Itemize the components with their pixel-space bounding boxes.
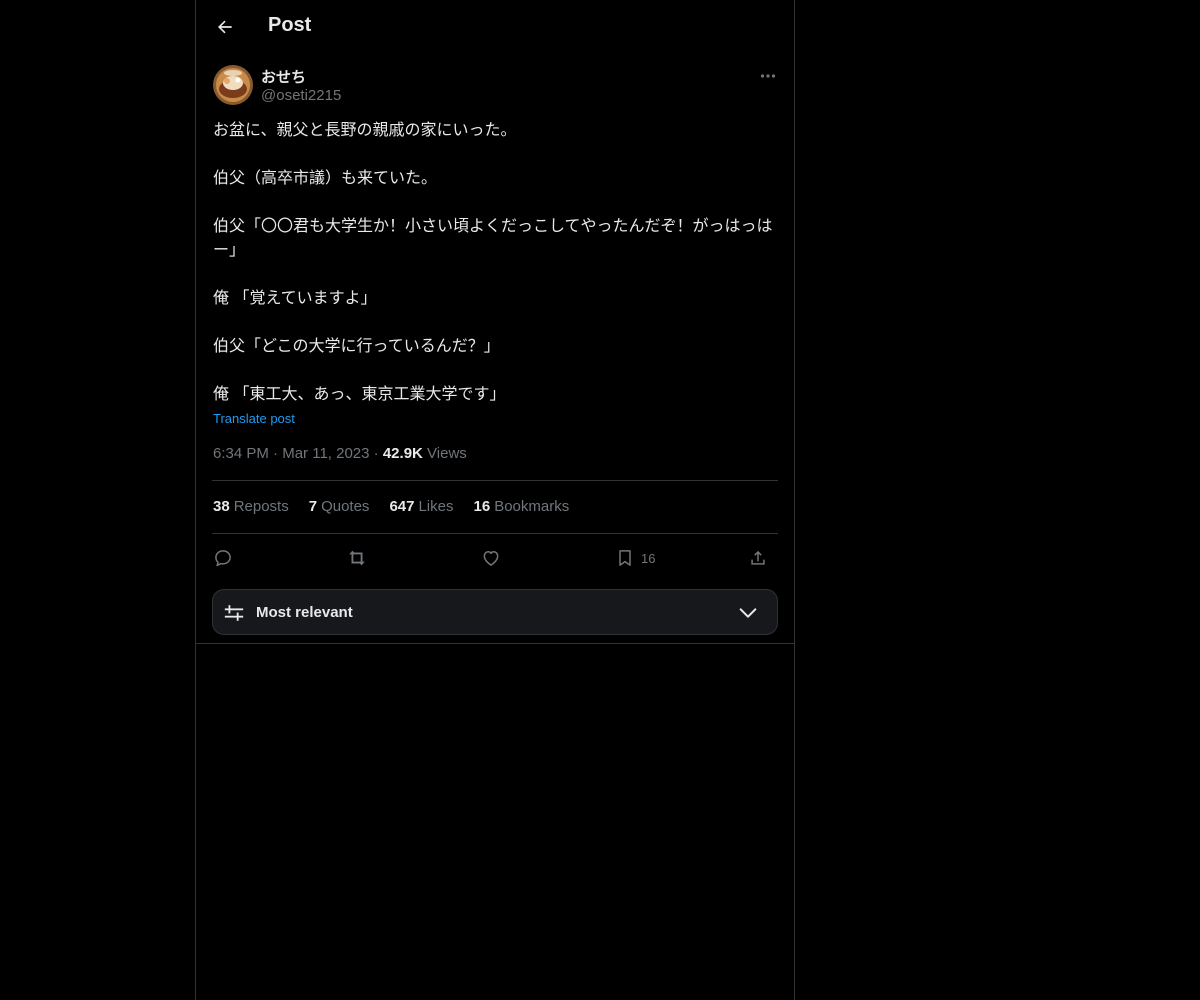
reply-button[interactable]	[213, 545, 233, 571]
meta-separator: ·	[273, 445, 279, 462]
post-text: お盆に、親父と長野の親戚の家にいった。 伯父（高卒市議）も来ていた。 伯父「〇〇…	[213, 119, 783, 407]
back-button[interactable]	[208, 10, 242, 44]
reposts-label: Reposts	[233, 498, 289, 515]
share-icon	[751, 550, 765, 565]
likes-label: Likes	[418, 498, 454, 515]
post-paragraph: 伯父「〇〇君も大学生か！小さい頃よくだっこしてやったんだぞ！がっはっはー」	[213, 218, 773, 259]
heart-icon	[483, 551, 499, 566]
avatar-image	[213, 65, 253, 105]
post-paragraph: 伯父（高卒市議）も来ていた。	[213, 170, 438, 187]
post-paragraph: 俺 「東工大、あっ、東京工業大学です」	[213, 386, 506, 403]
bookmarks-stat[interactable]: 16 Bookmarks	[474, 498, 570, 515]
author-handle[interactable]: @oseti2215	[261, 87, 341, 104]
post-time[interactable]: 6:34 PM	[213, 445, 269, 462]
post-paragraph: お盆に、親父と長野の親戚の家にいった。	[213, 122, 517, 139]
arrow-left-icon	[218, 20, 232, 34]
more-dots-icon	[760, 74, 776, 78]
action-bar: 16	[213, 545, 778, 571]
like-button[interactable]	[481, 545, 501, 571]
divider	[196, 643, 794, 644]
views-label: Views	[427, 445, 467, 462]
likes-count: 647	[389, 498, 415, 515]
quotes-count: 7	[308, 498, 318, 515]
primary-column: Post おせち @oseti2215 お盆に、親父と長野の親戚の家にいった。 …	[195, 0, 795, 1000]
engagement-stats: 38 Reposts 7 Quotes 647 Likes 16 Bookmarks	[213, 498, 569, 515]
reply-icon	[215, 550, 231, 567]
bookmark-count: 16	[641, 550, 656, 566]
repost-icon	[349, 550, 365, 566]
quotes-stat[interactable]: 7 Quotes	[309, 498, 370, 515]
repost-button[interactable]	[346, 545, 368, 571]
bookmarks-count: 16	[473, 498, 491, 515]
chevron-down-icon	[739, 608, 757, 618]
share-button[interactable]	[748, 545, 768, 571]
sort-label: Most relevant	[256, 604, 353, 621]
translate-post-link[interactable]: Translate post	[213, 411, 295, 426]
bookmark-button[interactable]: 16	[615, 545, 655, 571]
filter-sliders-icon	[224, 605, 244, 621]
author-display-name[interactable]: おせち	[261, 66, 306, 87]
post-paragraph: 伯父「どこの大学に行っているんだ？」	[213, 338, 500, 355]
more-button[interactable]	[756, 64, 780, 88]
page-title: Post	[268, 14, 312, 36]
post-paragraph: 俺 「覚えていますよ」	[213, 290, 377, 307]
avatar[interactable]	[213, 65, 253, 105]
post-header: Post	[196, 0, 794, 54]
reply-sort-dropdown[interactable]: Most relevant	[212, 589, 778, 635]
post-metadata: 6:34 PM · Mar 11, 2023 · 42.9K Views	[213, 445, 467, 462]
quotes-label: Quotes	[321, 498, 370, 515]
bookmark-icon	[619, 550, 631, 566]
reposts-stat[interactable]: 38 Reposts	[213, 498, 289, 515]
bookmarks-label: Bookmarks	[494, 498, 570, 515]
divider	[212, 533, 778, 534]
views-count: 42.9K	[382, 445, 423, 462]
post-date[interactable]: Mar 11, 2023	[282, 445, 369, 462]
divider	[212, 480, 778, 481]
meta-separator: ·	[373, 445, 379, 462]
reposts-count: 38	[213, 498, 230, 515]
likes-stat[interactable]: 647 Likes	[389, 498, 453, 515]
